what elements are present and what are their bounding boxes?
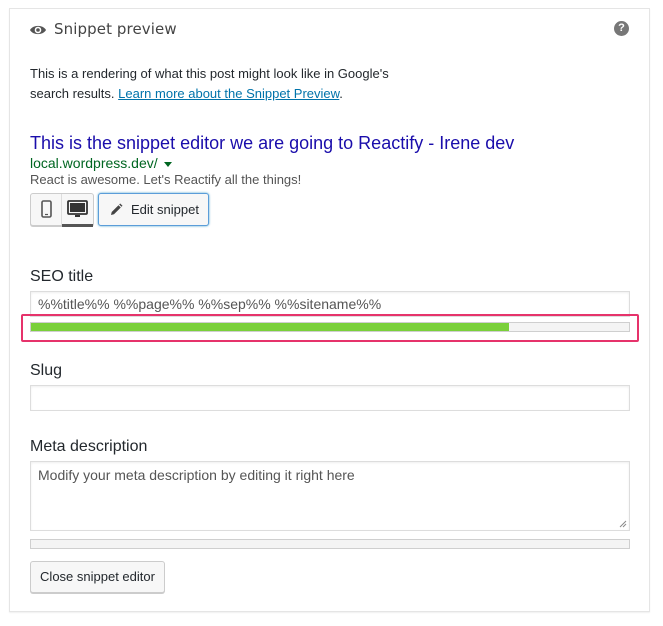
snippet-url-text: local.wordpress.dev/ bbox=[30, 155, 158, 171]
seo-title-progress-fill bbox=[31, 323, 510, 331]
snippet-description-preview[interactable]: React is awesome. Let's Reactify all the… bbox=[30, 172, 301, 187]
meta-description-text: Modify your meta description by editing … bbox=[38, 467, 355, 483]
preview-mode-switcher bbox=[30, 193, 94, 227]
snippet-intro: This is a rendering of what this post mi… bbox=[30, 64, 410, 104]
desktop-monitor-icon bbox=[67, 200, 88, 217]
meta-description-label: Meta description bbox=[30, 438, 148, 455]
meta-description-textarea[interactable]: Modify your meta description by editing … bbox=[30, 461, 630, 531]
edit-snippet-button[interactable]: Edit snippet bbox=[98, 193, 209, 226]
intro-period: . bbox=[339, 86, 343, 101]
edit-snippet-label: Edit snippet bbox=[131, 202, 199, 217]
slug-input[interactable] bbox=[30, 385, 630, 411]
panel-title: Snippet preview bbox=[54, 20, 177, 38]
snippet-title-preview[interactable]: This is the snippet editor we are going … bbox=[30, 133, 514, 154]
smartphone-icon bbox=[41, 200, 52, 218]
seo-title-progress-bar bbox=[30, 322, 630, 332]
caret-down-icon bbox=[163, 161, 172, 167]
mobile-preview-button[interactable] bbox=[31, 194, 62, 225]
learn-more-link[interactable]: Learn more about the Snippet Preview bbox=[118, 86, 339, 101]
panel-header: Snippet preview ? bbox=[10, 9, 649, 49]
slug-label: Slug bbox=[30, 362, 63, 379]
snippet-editor-panel: Snippet preview ? This is a rendering of… bbox=[9, 8, 650, 612]
eye-icon bbox=[30, 25, 46, 35]
close-snippet-editor-button[interactable]: Close snippet editor bbox=[30, 561, 165, 593]
question-mark-icon[interactable]: ? bbox=[614, 21, 629, 36]
seo-title-label: SEO title bbox=[30, 268, 94, 285]
meta-description-progress-bar bbox=[30, 539, 630, 549]
pencil-icon bbox=[111, 203, 123, 215]
resize-handle-icon[interactable] bbox=[619, 520, 627, 528]
snippet-url-preview[interactable]: local.wordpress.dev/ bbox=[30, 155, 172, 171]
desktop-preview-button[interactable] bbox=[62, 194, 93, 227]
